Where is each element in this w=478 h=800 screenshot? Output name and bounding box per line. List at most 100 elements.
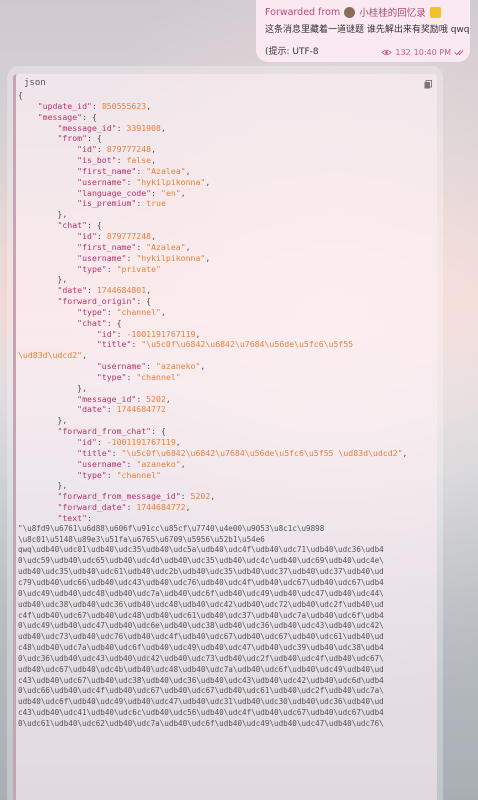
json-punct: : { xyxy=(87,220,102,231)
code-line: "chat": { xyxy=(18,220,431,231)
json-value: "hykilpikonna" xyxy=(136,252,206,263)
code-line: 0\udc61\udb40\udc62\udb40\udc7a\udb40\ud… xyxy=(18,718,384,728)
json-punct: : xyxy=(106,306,117,317)
code-line: "first_name": "Azalea", xyxy=(18,166,431,177)
json-punct xyxy=(18,188,77,198)
code-line: "type": "private" xyxy=(18,264,431,275)
json-key: "forward_from_message_id" xyxy=(57,491,181,502)
json-punct: , xyxy=(195,328,201,339)
json-value: "Azalea" xyxy=(146,241,186,252)
json-punct: , xyxy=(82,350,88,361)
json-punct: }, xyxy=(18,480,68,491)
json-punct: , xyxy=(180,458,186,469)
json-punct xyxy=(18,220,57,230)
json-punct xyxy=(18,101,38,111)
code-block[interactable]: json { "update_id": 850555623, "message"… xyxy=(13,74,437,800)
json-punct: , xyxy=(402,447,408,458)
json-text-value: "\u8fd9\u6761\u6d88\u606f\u91cc\u85cf\u7… xyxy=(18,524,431,730)
json-key: "forward_origin" xyxy=(57,296,137,307)
json-punct xyxy=(18,177,77,187)
json-key: "date" xyxy=(57,285,88,296)
json-punct: : xyxy=(126,502,137,513)
eye-icon xyxy=(381,49,392,56)
json-key: "forward_from_chat" xyxy=(57,426,152,437)
code-line: udb40\udc73\udb40\udc76\udb40\udc4f\udb4… xyxy=(18,632,384,642)
code-line: c43\udb40\udc41\udb40\udc6c\udb40\udc56\… xyxy=(18,708,384,718)
code-line: "forward_origin": { xyxy=(18,296,431,307)
code-line: "id": -1001191767119, xyxy=(18,437,431,448)
json-key: "is_premium" xyxy=(77,198,137,209)
json-punct: : { xyxy=(136,296,152,307)
code-line: }, xyxy=(18,274,431,285)
json-key: "forward_date" xyxy=(57,502,127,513)
json-value: \ud83d\udcd2" xyxy=(18,350,83,361)
json-punct: , xyxy=(200,361,206,372)
code-line: c4f\udb40\udc67\udb40\udc48\udb40\udc61\… xyxy=(18,610,384,620)
code-line: udb40\udc35\udb40\udc61\udb40\udc2b\udb4… xyxy=(18,567,384,577)
copy-icon[interactable] xyxy=(424,80,432,89)
json-punct: , xyxy=(160,122,166,133)
json-value: 1744684772 xyxy=(136,502,186,513)
json-punct xyxy=(18,123,57,133)
forwarded-message-bubble[interactable]: Forwarded from 小桂桂的回忆录 这条消息里藏着一道谜题 谁先解出来… xyxy=(256,0,470,62)
json-value: 879777248 xyxy=(106,144,152,155)
code-line: "id": 879777248, xyxy=(18,231,431,242)
code-line: c48\udb40\udc7a\udb40\udc6f\udb40\udc49\… xyxy=(18,643,384,653)
json-punct xyxy=(18,502,57,512)
json-value: 3391908 xyxy=(126,122,161,133)
code-line: 0\udc36\udb40\udc43\udb40\udc42\udb40\ud… xyxy=(18,653,384,663)
code-line: "language_code": "en", xyxy=(18,188,431,199)
json-message-bubble[interactable]: json { "update_id": 850555623, "message"… xyxy=(7,66,443,800)
message-meta: 132 10:40 PM xyxy=(381,48,464,57)
json-code: { "update_id": 850555623, "message": { "… xyxy=(18,90,431,524)
code-line: 0\udc49\udb40\udc48\udb40\udc7a\udb40\ud… xyxy=(18,588,384,598)
json-punct: : xyxy=(131,339,142,350)
json-value: "en" xyxy=(160,187,181,198)
json-key: "id" xyxy=(77,144,97,155)
json-punct: : xyxy=(106,263,117,274)
forwarded-channel-name[interactable]: 小桂桂的回忆录 xyxy=(359,5,426,19)
json-punct xyxy=(18,394,77,404)
code-line: "forward_from_message_id": 5202, xyxy=(18,491,431,502)
code-line: "title": "\u5c0f\u6842\u6842\u7684\u56de… xyxy=(18,339,431,350)
json-punct: : xyxy=(96,144,107,155)
json-key: "id" xyxy=(77,230,97,241)
json-punct: : xyxy=(146,361,157,372)
json-value: "channel" xyxy=(136,371,181,382)
json-punct: , xyxy=(205,176,211,187)
code-line: }, xyxy=(18,209,431,220)
json-punct xyxy=(18,329,97,339)
code-line: qwq\udb40\udc01\udb40\udc35\udb40\udc5a\… xyxy=(18,545,384,555)
json-punct xyxy=(18,470,77,480)
json-key: "type" xyxy=(77,263,107,274)
json-punct xyxy=(18,264,77,274)
json-punct: : xyxy=(136,165,147,176)
json-punct: , xyxy=(175,437,181,447)
json-punct: { xyxy=(18,90,23,100)
json-punct: : xyxy=(126,252,137,263)
json-punct: : xyxy=(126,176,137,187)
json-key: "id" xyxy=(96,328,117,339)
code-line: "type": "channel" xyxy=(18,470,431,481)
code-line: { xyxy=(18,90,431,101)
json-punct xyxy=(18,513,57,523)
code-line: "username": "azaneko", xyxy=(18,459,431,470)
json-punct: : { xyxy=(87,133,102,144)
code-line: 0\udc66\udb40\udc4f\udb40\udc67\udb40\ud… xyxy=(18,686,384,696)
code-language-label: json xyxy=(24,78,46,88)
code-line: "message_id": 5202, xyxy=(18,394,431,405)
code-line: "username": "hykilpikonna", xyxy=(18,253,431,264)
json-punct xyxy=(18,426,57,436)
json-value: 879777248 xyxy=(106,230,152,241)
forwarded-header[interactable]: Forwarded from 小桂桂的回忆录 xyxy=(265,5,461,19)
code-line: udb40\udc38\udb40\udc36\udb40\udc48\udb4… xyxy=(18,599,384,609)
code-line: udb40\udc67\udb40\udc4b\udb40\udc48\udb4… xyxy=(18,664,384,674)
json-value: "hykilpikonna" xyxy=(136,176,206,187)
json-punct: : xyxy=(116,328,127,339)
code-line: "username": "hykilpikonna", xyxy=(18,177,431,188)
json-punct: : xyxy=(106,404,117,415)
code-line: }, xyxy=(18,480,431,491)
json-punct xyxy=(18,166,77,176)
code-line: "is_bot": false, xyxy=(18,155,431,166)
code-line: "type": "channel", xyxy=(18,307,431,318)
